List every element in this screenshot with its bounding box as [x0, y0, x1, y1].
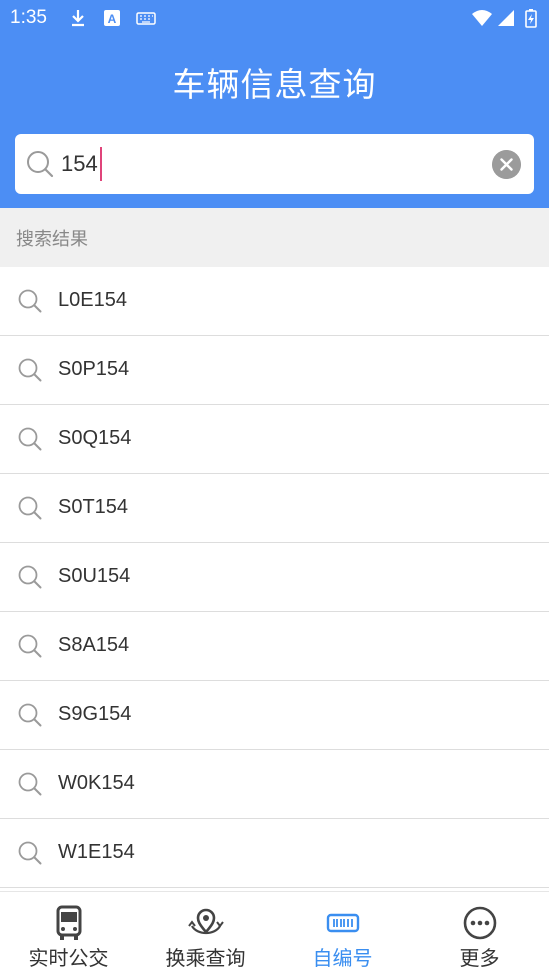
tab-realtime-bus[interactable]: 实时公交	[0, 892, 137, 978]
search-result-label: S9G154	[58, 703, 132, 725]
search-icon	[18, 634, 42, 658]
tab-label: 换乘查询	[165, 946, 246, 970]
more-icon	[463, 906, 496, 940]
search-icon	[18, 496, 42, 520]
search-icon	[18, 289, 42, 313]
search-result-item[interactable]: L0E154	[0, 267, 549, 336]
download-icon	[72, 10, 84, 27]
search-result-label: S0T154	[58, 496, 129, 518]
search-box[interactable]: 154	[15, 134, 534, 194]
search-results-list: L0E154 S0P154 S0Q154 S0T154 S0U154 S8A154 S9G1…	[0, 267, 549, 888]
search-icon	[18, 565, 42, 589]
battery-icon	[525, 9, 537, 28]
tab-vehicle-number[interactable]: 自编号	[274, 892, 411, 978]
clear-search-icon[interactable]	[492, 150, 521, 179]
search-result-label: L0E154	[58, 289, 127, 311]
text-caret	[100, 147, 102, 181]
search-result-item[interactable]: S9G154	[0, 681, 549, 750]
wifi-icon	[472, 10, 492, 26]
search-result-label: S0Q154	[58, 427, 132, 449]
tab-label: 更多	[459, 946, 500, 970]
search-result-item[interactable]: W1E154	[0, 819, 549, 888]
search-result-label: W0K154	[58, 772, 135, 794]
search-result-item[interactable]: W0K154	[0, 750, 549, 819]
tab-transfer-query[interactable]: 换乘查询	[137, 892, 274, 978]
svg-text:A: A	[108, 12, 117, 26]
tab-label: 自编号	[312, 946, 373, 970]
search-results-label: 搜索结果	[16, 229, 88, 250]
vehicle-number-icon	[326, 913, 359, 933]
bus-icon	[56, 905, 81, 940]
search-results-header: 搜索结果	[0, 208, 549, 267]
status-time: 1:35	[10, 7, 47, 28]
search-result-item[interactable]: S0T154	[0, 474, 549, 543]
keyboard-icon	[136, 12, 156, 25]
search-result-item[interactable]: S0Q154	[0, 405, 549, 474]
search-result-item[interactable]: S8A154	[0, 612, 549, 681]
header: 1:35 A 车辆信息查询 154	[0, 0, 549, 208]
search-icon	[18, 703, 42, 727]
search-icon	[18, 772, 42, 796]
search-result-label: S0P154	[58, 358, 130, 380]
search-icon	[18, 358, 42, 382]
search-icon	[18, 427, 42, 451]
search-icon	[27, 151, 54, 178]
search-icon	[18, 841, 42, 865]
transfer-location-icon	[187, 908, 224, 935]
status-bar: 1:35 A	[0, 0, 549, 38]
search-result-item[interactable]: S0U154	[0, 543, 549, 612]
search-result-label: S8A154	[58, 634, 130, 656]
search-result-item[interactable]: S0P154	[0, 336, 549, 405]
bottom-tab-bar: 实时公交 换乘查询 自编号 更多	[0, 891, 549, 978]
search-input[interactable]: 154	[61, 148, 98, 180]
signal-icon	[498, 10, 514, 26]
search-result-label: S0U154	[58, 565, 131, 587]
app-notification-icon: A	[104, 10, 120, 26]
tab-label: 实时公交	[28, 946, 109, 970]
tab-more[interactable]: 更多	[411, 892, 548, 978]
page-title: 车辆信息查询	[172, 65, 377, 104]
search-result-label: W1E154	[58, 841, 135, 863]
